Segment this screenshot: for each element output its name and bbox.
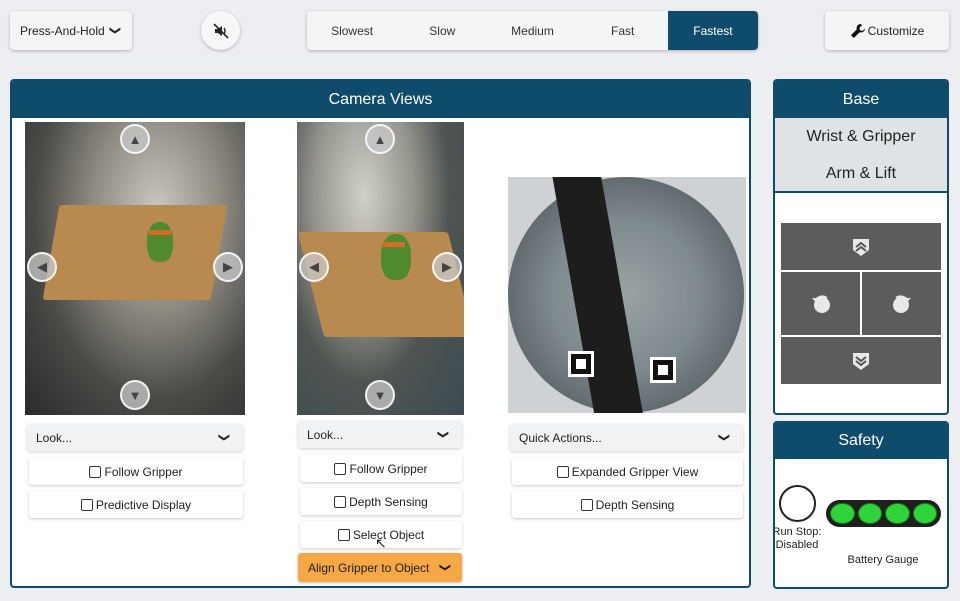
predictive-display-label: Predictive Display [95, 497, 192, 512]
checkbox[interactable] [89, 465, 102, 478]
chevrons-down-icon [853, 352, 869, 370]
checkbox[interactable] [580, 498, 593, 511]
checkbox[interactable] [556, 465, 569, 478]
checkbox[interactable] [337, 528, 350, 541]
run-stop-button[interactable] [779, 485, 816, 522]
quick-actions-label: Quick Actions... [519, 430, 602, 445]
look-right-arrow-icon[interactable]: ▶ [432, 252, 462, 282]
expanded-gripper-view-label: Expanded Gripper View [571, 464, 699, 479]
cam2-look-dropdown[interactable]: Look... ❯ [298, 421, 462, 448]
look-left-arrow-icon[interactable]: ◀ [299, 252, 329, 282]
speed-slowest-button[interactable]: Slowest [307, 11, 397, 50]
battery-cell [857, 503, 882, 524]
look-down-arrow-icon[interactable]: ▼ [120, 380, 150, 410]
look-up-arrow-icon[interactable]: ▲ [120, 124, 150, 154]
base-control-pad [775, 191, 947, 413]
aruco-marker-image [568, 351, 594, 377]
action-mode-select[interactable]: Press-And-Hold ❯ [10, 11, 132, 50]
customize-button[interactable]: Customize [825, 11, 949, 50]
rotate-left-icon [811, 294, 830, 313]
tab-arm-lift[interactable]: Arm & Lift [775, 155, 947, 192]
cam1-follow-gripper-label: Follow Gripper [104, 464, 183, 479]
drive-forward-button[interactable] [781, 223, 941, 270]
expanded-gripper-view-toggle[interactable]: Expanded Gripper View [512, 458, 743, 485]
cam2-depth-sensing-label: Depth Sensing [349, 494, 428, 509]
gripper-finger-image [551, 177, 645, 413]
select-object-label: Select Object [352, 527, 425, 542]
camera-views-panel: Camera Views ▲ ◀ ▶ ▼ Look... ❯ Follow Gr… [10, 79, 751, 588]
chevron-down-icon: ❯ [217, 432, 230, 443]
predictive-display-toggle[interactable]: Predictive Display [29, 491, 243, 518]
toy-figure-image [381, 234, 411, 280]
control-mode-panel: Base Wrist & Gripper Arm & Lift [773, 79, 949, 415]
chevron-down-icon: ❯ [108, 25, 121, 36]
speed-selector: Slowest Slow Medium Fast Fastest [307, 11, 758, 50]
look-down-arrow-icon[interactable]: ▼ [365, 380, 395, 410]
cam2-depth-sensing-toggle[interactable]: Depth Sensing [300, 488, 462, 515]
cam1-follow-gripper-toggle[interactable]: Follow Gripper [29, 458, 243, 485]
cam1-look-label: Look... [36, 430, 73, 445]
head-camera-feed[interactable]: ▲ ◀ ▶ ▼ [297, 122, 464, 415]
toy-figure-image [147, 222, 173, 262]
checkbox[interactable] [80, 498, 93, 511]
mute-button[interactable] [201, 11, 240, 50]
battery-gauge [826, 500, 941, 527]
chevron-down-icon: ❯ [438, 562, 451, 573]
look-left-arrow-icon[interactable]: ◀ [27, 252, 57, 282]
checkbox[interactable] [334, 495, 347, 508]
chevron-down-icon: ❯ [436, 429, 449, 440]
chevrons-up-icon [853, 238, 869, 256]
drive-backward-button[interactable] [781, 337, 941, 384]
run-stop-label: Run Stop: Disabled [773, 526, 822, 551]
safety-panel: Safety Run Stop: Disabled Battery Gauge [773, 421, 949, 589]
customize-label: Customize [867, 23, 925, 38]
cam3-depth-sensing-toggle[interactable]: Depth Sensing [512, 491, 743, 518]
speed-medium-button[interactable]: Medium [487, 11, 577, 50]
chevron-down-icon: ❯ [717, 432, 730, 443]
battery-cell [912, 503, 937, 524]
speaker-muted-icon [212, 22, 229, 39]
table-image [42, 205, 228, 300]
camera-views-title: Camera Views [12, 81, 749, 118]
tab-wrist-gripper[interactable]: Wrist & Gripper [775, 118, 947, 155]
fisheye-image [508, 177, 744, 413]
speed-slow-button[interactable]: Slow [397, 11, 487, 50]
cam2-follow-gripper-label: Follow Gripper [349, 461, 428, 476]
turn-right-button[interactable] [862, 272, 941, 335]
wrench-icon [850, 23, 865, 38]
look-up-arrow-icon[interactable]: ▲ [365, 124, 395, 154]
speed-fast-button[interactable]: Fast [578, 11, 668, 50]
cam2-look-label: Look... [307, 427, 344, 442]
mouse-cursor-icon: ↖ [375, 535, 387, 551]
cam1-look-dropdown[interactable]: Look... ❯ [27, 424, 243, 451]
gripper-camera-feed[interactable] [508, 177, 746, 413]
overhead-camera-feed[interactable]: ▲ ◀ ▶ ▼ [25, 122, 245, 415]
battery-gauge-label: Battery Gauge [847, 554, 919, 566]
cam3-depth-sensing-label: Depth Sensing [595, 497, 675, 512]
cam2-follow-gripper-toggle[interactable]: Follow Gripper [300, 455, 462, 482]
turn-left-button[interactable] [781, 272, 860, 335]
tab-base[interactable]: Base [775, 81, 947, 118]
checkbox[interactable] [334, 462, 347, 475]
speed-fastest-button[interactable]: Fastest [667, 11, 758, 50]
quick-actions-dropdown[interactable]: Quick Actions... ❯ [510, 424, 743, 451]
safety-title: Safety [775, 423, 947, 459]
align-gripper-button[interactable]: Align Gripper to Object ❯ [298, 553, 462, 582]
rotate-right-icon [892, 294, 911, 313]
top-toolbar: Press-And-Hold ❯ Slowest Slow Medium Fas… [0, 0, 960, 62]
battery-cell [830, 503, 855, 524]
aruco-marker-image [650, 357, 676, 383]
align-gripper-label: Align Gripper to Object [308, 560, 430, 575]
battery-cell [885, 503, 910, 524]
action-mode-label: Press-And-Hold [20, 23, 105, 38]
look-right-arrow-icon[interactable]: ▶ [213, 252, 243, 282]
